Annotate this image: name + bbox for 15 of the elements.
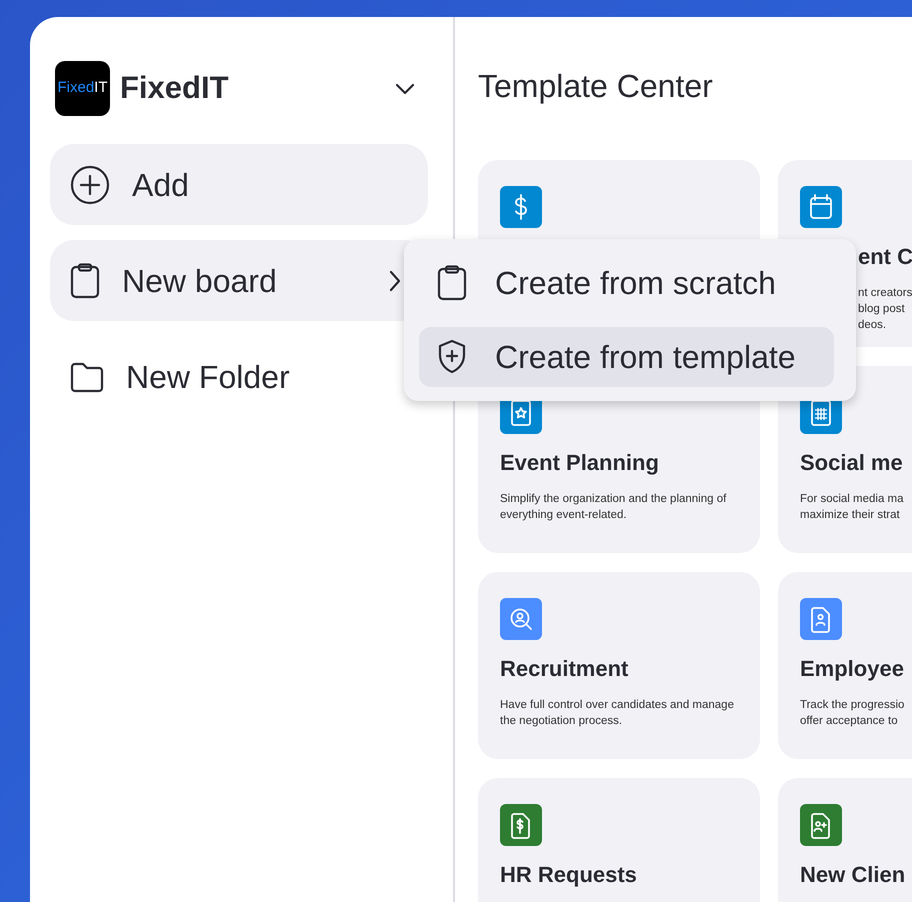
card-title: Employee — [800, 656, 905, 683]
card-description: Simplify the organization and the planning of everything event-related. — [500, 492, 728, 523]
card-title: HR Requests — [500, 862, 638, 889]
card-title: ent C — [857, 244, 912, 271]
page-title: Template Center — [478, 67, 714, 106]
card-description: For social media ma maximize their strat — [800, 492, 905, 523]
card-title: New Clien — [800, 862, 906, 889]
card-description: Have full control over candidates and manage the negotiation process. — [500, 698, 735, 729]
card-title: Event Planning — [500, 450, 660, 477]
card-description: nt creators blog post deos. — [857, 286, 912, 333]
card-title: Recruitment — [500, 656, 630, 683]
card-title: Social me — [800, 450, 904, 477]
workspace-name: FixedIT — [120, 69, 229, 108]
logo: FixedIT — [55, 61, 110, 116]
card-description: Track the progressio offer acceptance to — [800, 698, 906, 729]
